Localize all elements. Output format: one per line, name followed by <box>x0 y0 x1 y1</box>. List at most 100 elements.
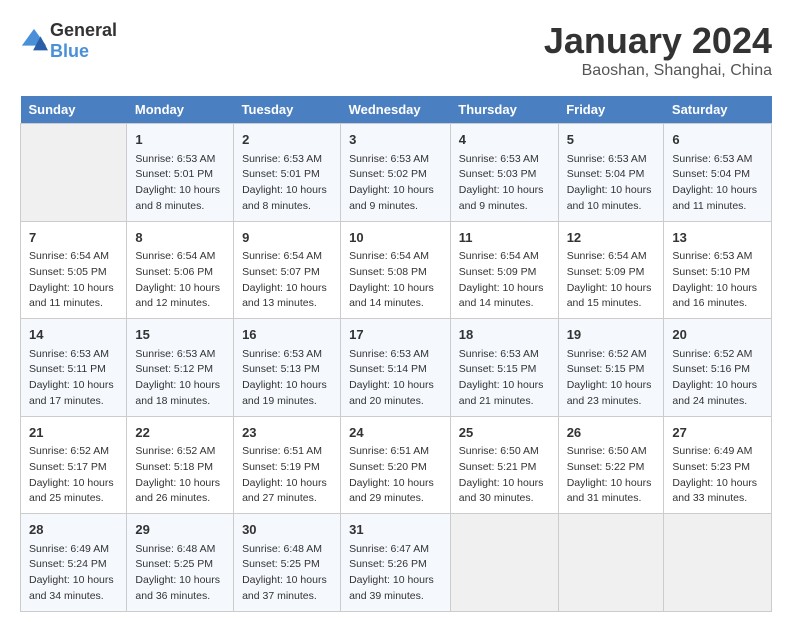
title-block: January 2024 Baoshan, Shanghai, China <box>544 20 772 80</box>
header-cell-monday: Monday <box>127 96 234 124</box>
day-number: 20 <box>672 325 763 345</box>
day-info: Sunrise: 6:50 AMSunset: 5:22 PMDaylight:… <box>567 444 656 507</box>
logo-icon <box>20 27 48 55</box>
day-info: Sunrise: 6:53 AMSunset: 5:13 PMDaylight:… <box>242 347 332 410</box>
day-info: Sunrise: 6:54 AMSunset: 5:05 PMDaylight:… <box>29 249 118 312</box>
day-info: Sunrise: 6:52 AMSunset: 5:15 PMDaylight:… <box>567 347 656 410</box>
day-number: 23 <box>242 423 332 443</box>
day-number: 11 <box>459 228 550 248</box>
calendar-cell: 30Sunrise: 6:48 AMSunset: 5:25 PMDayligh… <box>234 514 341 612</box>
day-number: 9 <box>242 228 332 248</box>
calendar-cell: 12Sunrise: 6:54 AMSunset: 5:09 PMDayligh… <box>558 221 664 319</box>
calendar-cell: 28Sunrise: 6:49 AMSunset: 5:24 PMDayligh… <box>21 514 127 612</box>
day-number: 28 <box>29 520 118 540</box>
day-info: Sunrise: 6:53 AMSunset: 5:03 PMDaylight:… <box>459 152 550 215</box>
calendar-cell: 6Sunrise: 6:53 AMSunset: 5:04 PMDaylight… <box>664 124 772 222</box>
calendar-cell <box>21 124 127 222</box>
calendar-cell: 15Sunrise: 6:53 AMSunset: 5:12 PMDayligh… <box>127 319 234 417</box>
day-info: Sunrise: 6:49 AMSunset: 5:24 PMDaylight:… <box>29 542 118 605</box>
week-row-5: 28Sunrise: 6:49 AMSunset: 5:24 PMDayligh… <box>21 514 772 612</box>
day-info: Sunrise: 6:53 AMSunset: 5:10 PMDaylight:… <box>672 249 763 312</box>
calendar-cell: 9Sunrise: 6:54 AMSunset: 5:07 PMDaylight… <box>234 221 341 319</box>
day-number: 26 <box>567 423 656 443</box>
calendar-header: SundayMondayTuesdayWednesdayThursdayFrid… <box>21 96 772 124</box>
header-cell-saturday: Saturday <box>664 96 772 124</box>
day-number: 15 <box>135 325 225 345</box>
week-row-1: 1Sunrise: 6:53 AMSunset: 5:01 PMDaylight… <box>21 124 772 222</box>
calendar-cell: 16Sunrise: 6:53 AMSunset: 5:13 PMDayligh… <box>234 319 341 417</box>
calendar-cell: 19Sunrise: 6:52 AMSunset: 5:15 PMDayligh… <box>558 319 664 417</box>
week-row-4: 21Sunrise: 6:52 AMSunset: 5:17 PMDayligh… <box>21 416 772 514</box>
calendar-cell: 2Sunrise: 6:53 AMSunset: 5:01 PMDaylight… <box>234 124 341 222</box>
day-info: Sunrise: 6:53 AMSunset: 5:12 PMDaylight:… <box>135 347 225 410</box>
day-number: 24 <box>349 423 442 443</box>
calendar-cell: 3Sunrise: 6:53 AMSunset: 5:02 PMDaylight… <box>341 124 451 222</box>
calendar-cell: 14Sunrise: 6:53 AMSunset: 5:11 PMDayligh… <box>21 319 127 417</box>
calendar-cell: 20Sunrise: 6:52 AMSunset: 5:16 PMDayligh… <box>664 319 772 417</box>
calendar-table: SundayMondayTuesdayWednesdayThursdayFrid… <box>20 96 772 612</box>
day-number: 17 <box>349 325 442 345</box>
logo-general: General <box>50 20 117 40</box>
calendar-body: 1Sunrise: 6:53 AMSunset: 5:01 PMDaylight… <box>21 124 772 612</box>
calendar-cell: 11Sunrise: 6:54 AMSunset: 5:09 PMDayligh… <box>450 221 558 319</box>
day-number: 10 <box>349 228 442 248</box>
day-info: Sunrise: 6:53 AMSunset: 5:04 PMDaylight:… <box>672 152 763 215</box>
day-number: 16 <box>242 325 332 345</box>
day-info: Sunrise: 6:50 AMSunset: 5:21 PMDaylight:… <box>459 444 550 507</box>
day-number: 30 <box>242 520 332 540</box>
header-cell-sunday: Sunday <box>21 96 127 124</box>
day-number: 27 <box>672 423 763 443</box>
calendar-cell <box>664 514 772 612</box>
calendar-cell: 10Sunrise: 6:54 AMSunset: 5:08 PMDayligh… <box>341 221 451 319</box>
day-number: 13 <box>672 228 763 248</box>
calendar-cell: 8Sunrise: 6:54 AMSunset: 5:06 PMDaylight… <box>127 221 234 319</box>
day-number: 1 <box>135 130 225 150</box>
day-number: 6 <box>672 130 763 150</box>
day-number: 5 <box>567 130 656 150</box>
day-number: 19 <box>567 325 656 345</box>
day-number: 3 <box>349 130 442 150</box>
calendar-cell: 17Sunrise: 6:53 AMSunset: 5:14 PMDayligh… <box>341 319 451 417</box>
day-info: Sunrise: 6:53 AMSunset: 5:02 PMDaylight:… <box>349 152 442 215</box>
calendar-cell: 31Sunrise: 6:47 AMSunset: 5:26 PMDayligh… <box>341 514 451 612</box>
calendar-cell: 24Sunrise: 6:51 AMSunset: 5:20 PMDayligh… <box>341 416 451 514</box>
day-info: Sunrise: 6:53 AMSunset: 5:15 PMDaylight:… <box>459 347 550 410</box>
day-info: Sunrise: 6:54 AMSunset: 5:06 PMDaylight:… <box>135 249 225 312</box>
day-number: 21 <box>29 423 118 443</box>
day-number: 14 <box>29 325 118 345</box>
day-number: 31 <box>349 520 442 540</box>
header-cell-tuesday: Tuesday <box>234 96 341 124</box>
day-number: 7 <box>29 228 118 248</box>
page-title: January 2024 <box>544 20 772 62</box>
calendar-cell: 22Sunrise: 6:52 AMSunset: 5:18 PMDayligh… <box>127 416 234 514</box>
calendar-cell: 13Sunrise: 6:53 AMSunset: 5:10 PMDayligh… <box>664 221 772 319</box>
day-info: Sunrise: 6:52 AMSunset: 5:16 PMDaylight:… <box>672 347 763 410</box>
calendar-cell: 5Sunrise: 6:53 AMSunset: 5:04 PMDaylight… <box>558 124 664 222</box>
header-cell-wednesday: Wednesday <box>341 96 451 124</box>
calendar-cell: 7Sunrise: 6:54 AMSunset: 5:05 PMDaylight… <box>21 221 127 319</box>
calendar-cell: 26Sunrise: 6:50 AMSunset: 5:22 PMDayligh… <box>558 416 664 514</box>
page-header: General Blue January 2024 Baoshan, Shang… <box>20 20 772 80</box>
day-info: Sunrise: 6:49 AMSunset: 5:23 PMDaylight:… <box>672 444 763 507</box>
calendar-cell: 29Sunrise: 6:48 AMSunset: 5:25 PMDayligh… <box>127 514 234 612</box>
day-number: 22 <box>135 423 225 443</box>
day-number: 12 <box>567 228 656 248</box>
day-info: Sunrise: 6:48 AMSunset: 5:25 PMDaylight:… <box>242 542 332 605</box>
day-info: Sunrise: 6:54 AMSunset: 5:08 PMDaylight:… <box>349 249 442 312</box>
header-row: SundayMondayTuesdayWednesdayThursdayFrid… <box>21 96 772 124</box>
calendar-cell: 4Sunrise: 6:53 AMSunset: 5:03 PMDaylight… <box>450 124 558 222</box>
calendar-cell <box>558 514 664 612</box>
day-info: Sunrise: 6:47 AMSunset: 5:26 PMDaylight:… <box>349 542 442 605</box>
day-info: Sunrise: 6:52 AMSunset: 5:17 PMDaylight:… <box>29 444 118 507</box>
day-info: Sunrise: 6:54 AMSunset: 5:09 PMDaylight:… <box>459 249 550 312</box>
calendar-cell <box>450 514 558 612</box>
day-number: 18 <box>459 325 550 345</box>
day-number: 4 <box>459 130 550 150</box>
day-info: Sunrise: 6:53 AMSunset: 5:04 PMDaylight:… <box>567 152 656 215</box>
calendar-cell: 21Sunrise: 6:52 AMSunset: 5:17 PMDayligh… <box>21 416 127 514</box>
day-number: 25 <box>459 423 550 443</box>
day-info: Sunrise: 6:51 AMSunset: 5:19 PMDaylight:… <box>242 444 332 507</box>
calendar-cell: 27Sunrise: 6:49 AMSunset: 5:23 PMDayligh… <box>664 416 772 514</box>
logo: General Blue <box>20 20 117 62</box>
day-info: Sunrise: 6:51 AMSunset: 5:20 PMDaylight:… <box>349 444 442 507</box>
